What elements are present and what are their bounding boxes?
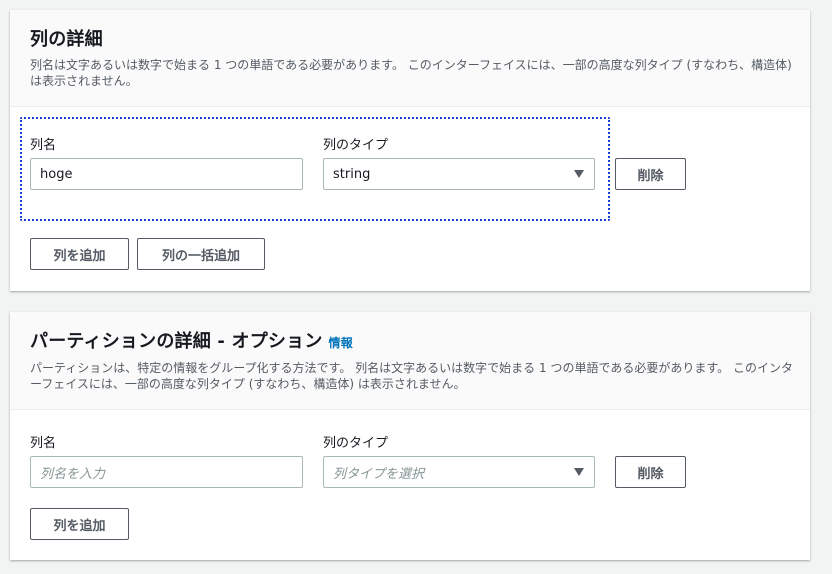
add-partition-column-button[interactable]: 列を追加 (30, 508, 129, 540)
column-type-label: 列のタイプ (323, 138, 389, 153)
column-type-value: string (333, 166, 371, 182)
add-column-button[interactable]: 列を追加 (30, 238, 129, 270)
partition-name-input[interactable]: 列名を入力 (30, 456, 303, 488)
partition-type-select[interactable]: 列タイプを選択 (323, 456, 595, 488)
partition-details-panel: パーティションの詳細 - オプション 情報 パーティションは、特定の情報をグループ… (10, 312, 810, 560)
partition-type-placeholder: 列タイプを選択 (333, 466, 425, 482)
partition-name-label: 列名 (30, 436, 57, 451)
partition-details-title: パーティションの詳細 - オプション 情報 (30, 331, 790, 354)
partition-details-title-text: パーティションの詳細 - オプション (30, 331, 323, 352)
column-details-panel: 列の詳細 列名は文字あるいは数字で始まる 1 つの単語である必要があります。 こ… (10, 10, 810, 291)
caret-down-icon (574, 170, 584, 178)
column-type-select[interactable]: string (323, 158, 595, 190)
partition-name-placeholder: 列名を入力 (40, 466, 106, 482)
partition-type-label: 列のタイプ (323, 436, 389, 451)
column-name-label: 列名 (30, 138, 57, 153)
column-name-value: hoge (40, 166, 73, 182)
column-details-title: 列の詳細 (30, 29, 103, 50)
delete-column-button[interactable]: 削除 (615, 158, 686, 190)
caret-down-icon (574, 468, 584, 476)
partition-details-header: パーティションの詳細 - オプション 情報 パーティションは、特定の情報をグループ… (10, 312, 810, 410)
partition-details-description: パーティションは、特定の情報をグループ化する方法です。 列名は文字あるいは数字で… (30, 361, 793, 391)
column-name-input[interactable]: hoge (30, 158, 303, 190)
bulk-add-columns-button[interactable]: 列の一括追加 (137, 238, 265, 270)
info-link[interactable]: 情報 (329, 336, 353, 350)
column-details-header: 列の詳細 列名は文字あるいは数字で始まる 1 つの単語である必要があります。 こ… (10, 10, 810, 107)
delete-partition-button[interactable]: 削除 (615, 456, 686, 488)
column-details-description: 列名は文字あるいは数字で始まる 1 つの単語である必要があります。 このインター… (30, 58, 792, 88)
